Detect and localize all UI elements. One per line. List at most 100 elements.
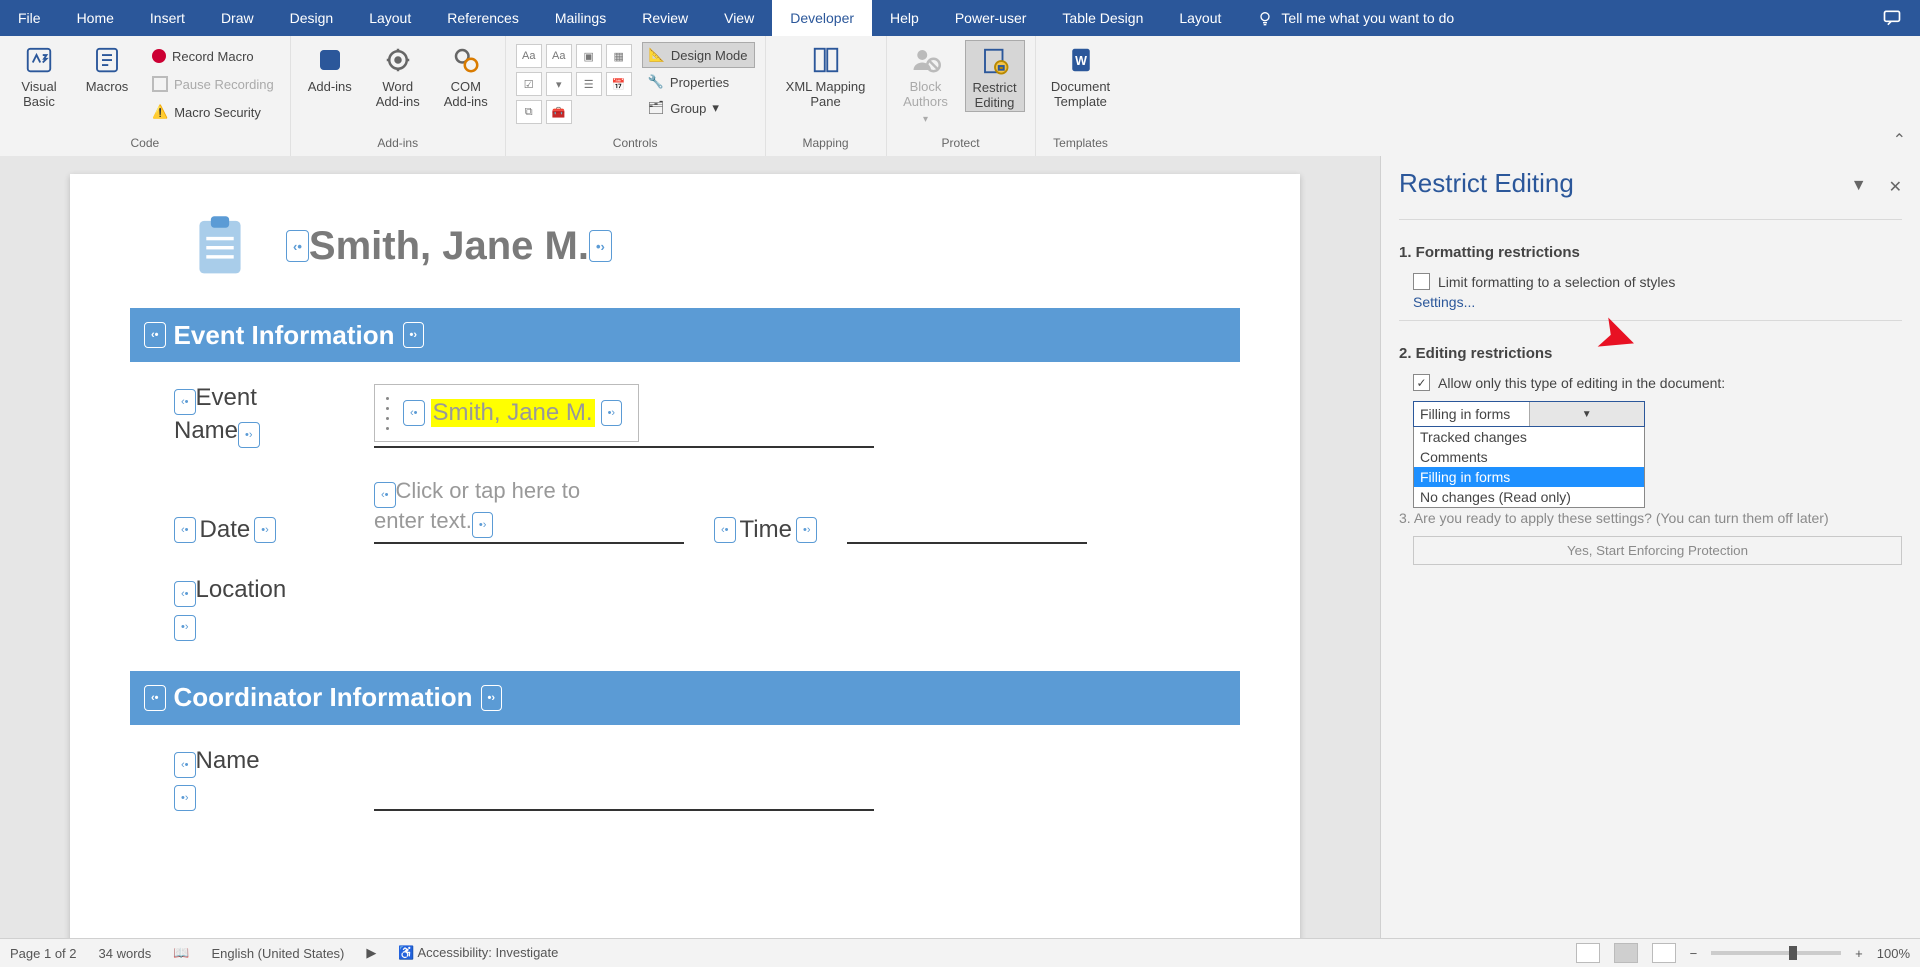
cc-end-tag-icon: •› bbox=[796, 517, 818, 543]
legacy-tools-icon[interactable]: 🧰 bbox=[546, 100, 572, 124]
controls-gallery[interactable]: Aa Aa ▣ ▦ ☑ ▾ ☰ 📅 ⧉ 🧰 bbox=[516, 40, 632, 124]
building-block-control-icon[interactable]: ▦ bbox=[606, 44, 632, 68]
tab-insert[interactable]: Insert bbox=[132, 0, 203, 36]
com-addins-button[interactable]: COM Add-ins bbox=[437, 40, 495, 110]
tab-home[interactable]: Home bbox=[59, 0, 132, 36]
checkbox-limit-formatting[interactable]: Limit formatting to a selection of style… bbox=[1413, 273, 1902, 290]
cc-drag-handle-icon[interactable] bbox=[381, 393, 393, 433]
tab-table-layout[interactable]: Layout bbox=[1161, 0, 1239, 36]
comments-button[interactable] bbox=[1864, 0, 1920, 36]
group-button[interactable]: 🗂Group ▾ bbox=[642, 96, 755, 120]
status-bar: Page 1 of 2 34 words 📖 English (United S… bbox=[0, 938, 1920, 967]
tab-view[interactable]: View bbox=[706, 0, 772, 36]
group-icon: 🗂 bbox=[648, 100, 665, 116]
tab-developer[interactable]: Developer bbox=[772, 0, 872, 36]
group-label-templates: Templates bbox=[1046, 136, 1116, 154]
field-event-name[interactable]: ‹• Smith, Jane M. •› bbox=[374, 384, 874, 448]
option-comments[interactable]: Comments bbox=[1414, 447, 1644, 467]
zoom-in-button[interactable]: + bbox=[1855, 946, 1863, 961]
collapse-ribbon-button[interactable]: ⌃ bbox=[1893, 130, 1906, 150]
group-label-code: Code bbox=[10, 136, 280, 154]
picture-control-icon[interactable]: ▣ bbox=[576, 44, 602, 68]
date-control-icon[interactable]: 📅 bbox=[606, 72, 632, 96]
zoom-out-button[interactable]: − bbox=[1690, 946, 1698, 961]
xml-mapping-button[interactable]: XML Mapping Pane bbox=[776, 40, 876, 110]
field-time[interactable] bbox=[847, 498, 1087, 544]
com-addins-icon bbox=[450, 44, 482, 76]
document-template-button[interactable]: WDocument Template bbox=[1046, 40, 1116, 110]
document-title[interactable]: ‹• Smith, Jane M. •› bbox=[286, 224, 612, 269]
record-macro-button[interactable]: Record Macro bbox=[146, 44, 280, 68]
word-addins-button[interactable]: Word Add-ins bbox=[369, 40, 427, 110]
tab-design[interactable]: Design bbox=[272, 0, 352, 36]
editing-type-dropdown[interactable]: Tracked changes Comments Filling in form… bbox=[1413, 427, 1645, 508]
document-pane[interactable]: ‹• Smith, Jane M. •› ‹• Event Informatio… bbox=[0, 156, 1380, 939]
zoom-level[interactable]: 100% bbox=[1877, 946, 1910, 961]
tab-mailings[interactable]: Mailings bbox=[537, 0, 624, 36]
field-date[interactable]: ‹•Click or tap here to enter text.•› bbox=[374, 478, 684, 544]
repeating-control-icon[interactable]: ⧉ bbox=[516, 100, 542, 124]
clipboard-icon bbox=[190, 214, 250, 278]
menu-bar: File Home Insert Draw Design Layout Refe… bbox=[0, 0, 1920, 36]
properties-button[interactable]: 🔧Properties bbox=[642, 70, 755, 94]
option-tracked-changes[interactable]: Tracked changes bbox=[1414, 427, 1644, 447]
tab-draw[interactable]: Draw bbox=[203, 0, 272, 36]
cc-start-tag-icon: ‹• bbox=[403, 400, 425, 426]
start-enforcing-button[interactable]: Yes, Start Enforcing Protection bbox=[1413, 536, 1902, 565]
label-date: ‹•Date•› bbox=[174, 516, 344, 544]
pane-close-button[interactable]: ✕ bbox=[1889, 177, 1902, 197]
group-label-protect: Protect bbox=[897, 136, 1025, 154]
zoom-slider[interactable] bbox=[1711, 951, 1841, 955]
tab-references[interactable]: References bbox=[429, 0, 537, 36]
cc-start-tag-icon: ‹• bbox=[374, 482, 396, 508]
group-label-controls: Controls bbox=[516, 136, 755, 154]
lightbulb-icon bbox=[1257, 10, 1273, 26]
tab-power-user[interactable]: Power-user bbox=[937, 0, 1045, 36]
macros-button[interactable]: Macros bbox=[78, 40, 136, 95]
option-filling-in-forms[interactable]: Filling in forms bbox=[1414, 467, 1644, 487]
view-read-mode[interactable] bbox=[1576, 943, 1600, 963]
addins-button[interactable]: Add-ins bbox=[301, 40, 359, 95]
settings-link[interactable]: Settings... bbox=[1413, 294, 1902, 310]
combo-control-icon[interactable]: ▾ bbox=[546, 72, 572, 96]
pause-recording-button: Pause Recording bbox=[146, 72, 280, 96]
status-language[interactable]: English (United States) bbox=[211, 946, 344, 961]
editing-type-combobox[interactable]: Filling in forms ▼ bbox=[1413, 401, 1645, 427]
tab-file[interactable]: File bbox=[0, 0, 59, 36]
view-web-layout[interactable] bbox=[1652, 943, 1676, 963]
plain-text-control-icon[interactable]: Aa bbox=[546, 44, 572, 68]
tab-review[interactable]: Review bbox=[624, 0, 706, 36]
event-name-value[interactable]: Smith, Jane M. bbox=[431, 399, 595, 427]
tell-me-label: Tell me what you want to do bbox=[1281, 10, 1454, 26]
properties-icon: 🔧 bbox=[648, 74, 664, 90]
ribbon-group-code: Visual Basic Macros Record Macro Pause R… bbox=[0, 36, 291, 156]
tell-me-search[interactable]: Tell me what you want to do bbox=[1239, 0, 1472, 36]
status-word-count[interactable]: 34 words bbox=[99, 946, 152, 961]
tab-table-design[interactable]: Table Design bbox=[1044, 0, 1161, 36]
macro-record-status-icon[interactable]: ▶ bbox=[366, 945, 376, 961]
cc-end-tag-icon: •› bbox=[472, 512, 494, 538]
view-print-layout[interactable] bbox=[1614, 943, 1638, 963]
rich-text-control-icon[interactable]: Aa bbox=[516, 44, 542, 68]
block-authors-button: Block Authors▾ bbox=[897, 40, 955, 125]
design-mode-toggle[interactable]: 📐Design Mode bbox=[642, 42, 755, 68]
option-no-changes[interactable]: No changes (Read only) bbox=[1414, 487, 1644, 507]
section-coordinator-information: ‹• Coordinator Information •› bbox=[130, 671, 1240, 725]
status-accessibility[interactable]: ♿ Accessibility: Investigate bbox=[398, 945, 558, 961]
checkbox-control-icon[interactable]: ☑ bbox=[516, 72, 542, 96]
macro-security-button[interactable]: ⚠️Macro Security bbox=[146, 100, 280, 124]
page[interactable]: ‹• Smith, Jane M. •› ‹• Event Informatio… bbox=[70, 174, 1300, 939]
checkbox-allow-only[interactable]: ✓ Allow only this type of editing in the… bbox=[1413, 374, 1902, 391]
spellcheck-icon[interactable]: 📖 bbox=[173, 945, 189, 961]
pane-menu-button[interactable]: ▼ bbox=[1851, 177, 1867, 197]
restrict-editing-button[interactable]: Restrict Editing bbox=[965, 40, 1025, 112]
field-name[interactable] bbox=[374, 765, 874, 811]
dropdown-control-icon[interactable]: ☰ bbox=[576, 72, 602, 96]
tab-layout[interactable]: Layout bbox=[351, 0, 429, 36]
tab-help[interactable]: Help bbox=[872, 0, 937, 36]
status-page[interactable]: Page 1 of 2 bbox=[10, 946, 77, 961]
cc-start-tag-icon: ‹• bbox=[174, 581, 196, 607]
visual-basic-icon bbox=[23, 44, 55, 76]
visual-basic-button[interactable]: Visual Basic bbox=[10, 40, 68, 110]
content-control-event-name[interactable]: ‹• Smith, Jane M. •› bbox=[374, 384, 639, 442]
